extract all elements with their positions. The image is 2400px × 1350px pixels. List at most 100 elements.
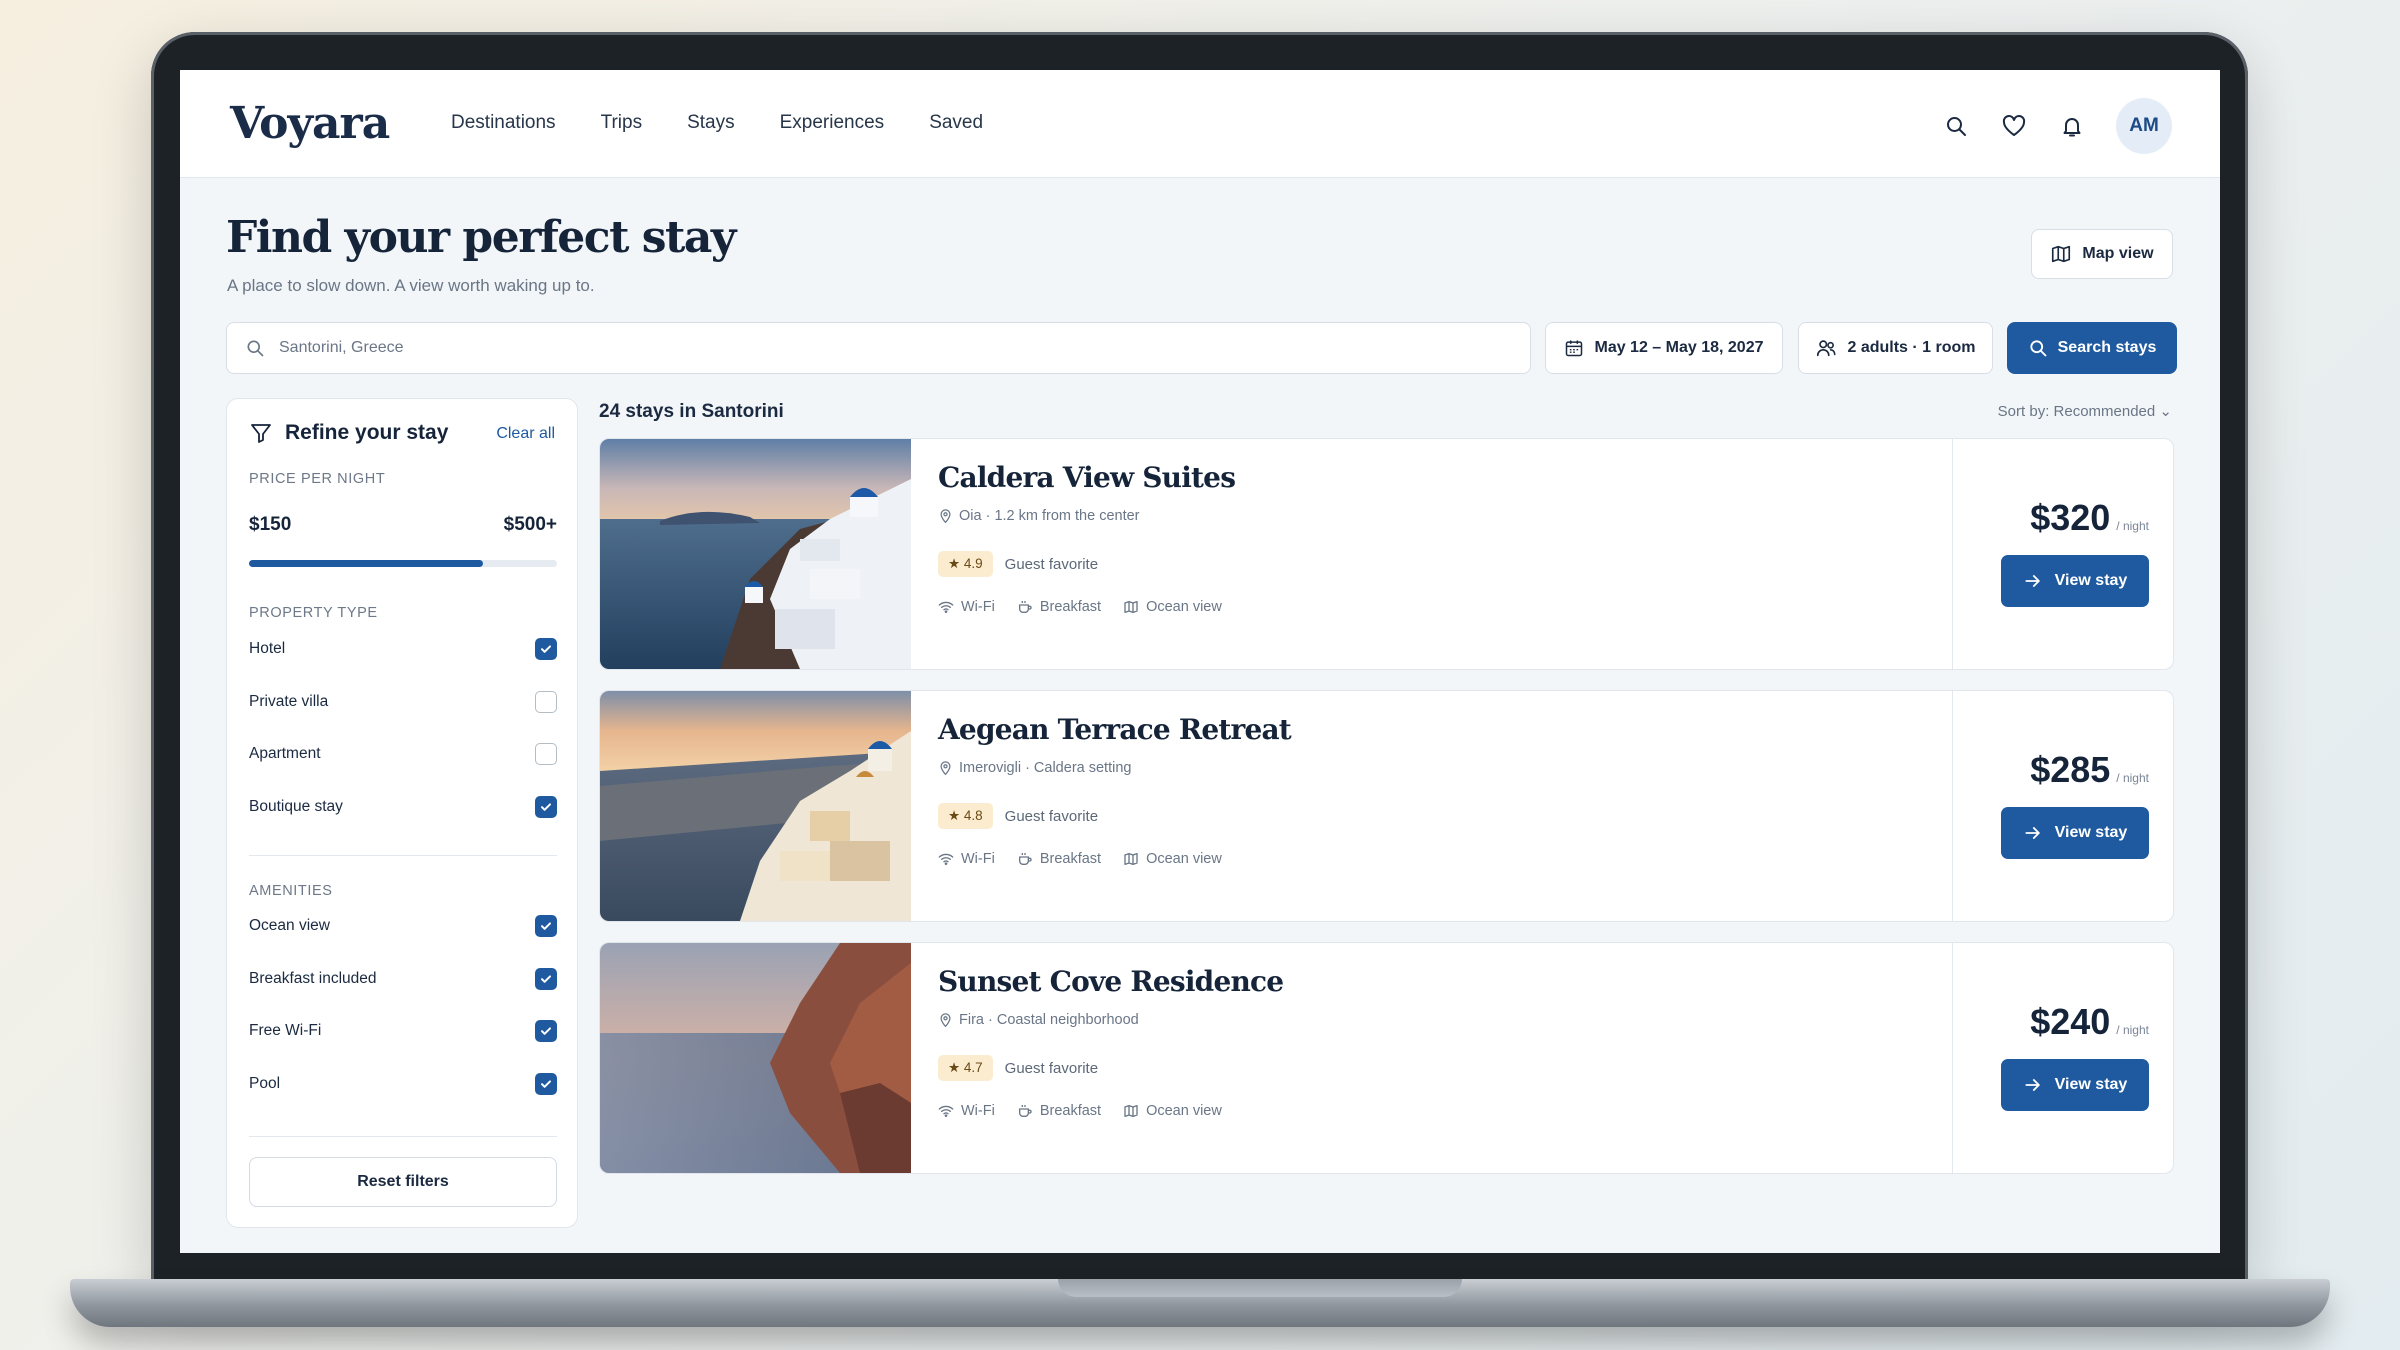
heart-icon[interactable] (2000, 112, 2028, 140)
reset-filters-button[interactable]: Reset filters (249, 1157, 557, 1207)
logo[interactable]: Voyara (230, 98, 390, 149)
filter-option[interactable]: Private villa (249, 690, 557, 713)
price-column: $320 / night View stay (1952, 439, 2173, 669)
filter-option-label: Ocean view (249, 917, 330, 934)
filter-option-label: Free Wi-Fi (249, 1022, 322, 1039)
stay-rating: ★ 4.8 Guest favorite (938, 803, 1098, 829)
map-icon (1123, 851, 1139, 867)
rating-value: 4.7 (963, 1060, 983, 1075)
price-line: $285 / night (2030, 749, 2149, 791)
filter-option[interactable]: Free Wi-Fi (249, 1020, 557, 1042)
checkbox-checked[interactable] (535, 1020, 557, 1042)
stay-photo[interactable] (600, 439, 911, 669)
amenity-label: Breakfast (1039, 1103, 1102, 1119)
filter-option[interactable]: Apartment (249, 743, 557, 765)
nav-experiences[interactable]: Experiences (780, 112, 885, 134)
filter-icon (251, 424, 271, 443)
wifi-icon (938, 851, 954, 867)
rating-value: 4.8 (963, 808, 983, 823)
page-subtitle: A place to slow down. A view worth wakin… (227, 276, 595, 295)
property-type-label: PROPERTY TYPE (249, 605, 378, 621)
checkbox-checked[interactable] (535, 915, 557, 937)
view-stay-button[interactable]: View stay (2001, 1059, 2149, 1111)
filter-option[interactable]: Boutique stay (249, 795, 557, 818)
filter-option[interactable]: Pool (249, 1072, 557, 1095)
filters-header: Refine your stay (249, 421, 448, 445)
guests-picker[interactable]: 2 adults · 1 room (1798, 322, 1993, 374)
checkbox-checked[interactable] (535, 638, 557, 660)
coffee-cup-icon (1017, 599, 1033, 615)
stay-photo[interactable] (600, 943, 911, 1173)
stay-location-text: Imerovigli · Caldera setting (959, 759, 1132, 776)
clear-all-link[interactable]: Clear all (496, 425, 555, 443)
filter-option-label: Hotel (249, 640, 286, 657)
checkbox-checked[interactable] (535, 795, 557, 818)
stay-price: $240 (2030, 1001, 2111, 1042)
stay-card[interactable]: Aegean Terrace Retreat Imerovigli · Cald… (599, 690, 2174, 922)
amenity-item: Ocean view (1123, 599, 1222, 615)
view-stay-label: View stay (2054, 572, 2128, 589)
wifi-icon (938, 1103, 954, 1119)
star-icon: ★ (948, 1060, 961, 1075)
stay-price: $285 (2030, 749, 2111, 790)
amenities-row: Wi-Fi Breakfast Ocean view (938, 851, 1222, 867)
checkbox-checked[interactable] (535, 967, 557, 990)
view-stay-button[interactable]: View stay (2001, 807, 2149, 859)
sort-label: Sort by: Recommended (1997, 403, 2156, 420)
avatar[interactable]: AM (2116, 98, 2172, 154)
amenities-row: Wi-Fi Breakfast Ocean view (938, 1103, 1222, 1119)
bell-icon[interactable] (2058, 112, 2086, 140)
price-range-slider[interactable] (249, 560, 557, 567)
filter-option-label: Boutique stay (249, 797, 343, 815)
destination-input[interactable] (279, 339, 1179, 357)
search-icon[interactable] (1942, 112, 1970, 140)
checkbox-checked[interactable] (535, 1072, 557, 1095)
sort-dropdown[interactable]: Sort by: Recommended ⌄ (1998, 402, 2172, 420)
filter-option-label: Pool (249, 1074, 281, 1092)
search-stays-button[interactable]: Search stays (2007, 322, 2177, 374)
star-icon: ★ (948, 808, 961, 823)
stay-name[interactable]: Sunset Cove Residence (938, 965, 1284, 998)
stay-location-text: Oia · 1.2 km from the center (959, 507, 1140, 524)
filter-option[interactable]: Ocean view (249, 915, 557, 937)
stay-name[interactable]: Aegean Terrace Retreat (938, 713, 1292, 746)
destination-search[interactable] (226, 322, 1531, 374)
amenity-label: Ocean view (1146, 1103, 1222, 1119)
amenity-item: Ocean view (1123, 1103, 1222, 1119)
divider (249, 1136, 557, 1137)
stay-card[interactable]: Caldera View Suites Oia · 1.2 km from th… (599, 438, 2174, 670)
arrow-right-icon (2025, 575, 2040, 587)
amenity-label: Wi-Fi (961, 851, 995, 867)
filters-title: Refine your stay (285, 421, 449, 444)
dates-picker[interactable]: May 12 – May 18, 2027 (1545, 322, 1783, 374)
amenity-item: Wi-Fi (938, 851, 995, 867)
map-view-label: Map view (2082, 245, 2154, 262)
nav-destinations[interactable]: Destinations (451, 112, 556, 134)
price-column: $285 / night View stay (1952, 691, 2173, 921)
map-view-button[interactable]: Map view (2031, 229, 2173, 279)
stay-card[interactable]: Sunset Cove Residence Fira · Coastal nei… (599, 942, 2174, 1174)
amenity-label: Breakfast (1039, 851, 1102, 867)
arrow-right-icon (2025, 1079, 2040, 1091)
map-icon (1123, 599, 1139, 615)
stay-name[interactable]: Caldera View Suites (938, 461, 1236, 494)
stay-location: Oia · 1.2 km from the center (938, 507, 1140, 524)
amenities-label: AMENITIES (249, 883, 333, 899)
amenities-row: Wi-Fi Breakfast Ocean view (938, 599, 1222, 615)
star-icon: ★ (948, 556, 961, 571)
stay-price: $320 (2030, 497, 2111, 538)
results-count: 24 stays in Santorini (599, 401, 784, 422)
nav-trips[interactable]: Trips (601, 112, 643, 134)
nav-saved[interactable]: Saved (929, 112, 983, 134)
price-min: $150 (249, 514, 292, 535)
checkbox-unchecked[interactable] (535, 690, 557, 713)
divider (249, 855, 557, 856)
filter-option[interactable]: Hotel (249, 638, 557, 660)
nav-stays[interactable]: Stays (687, 112, 735, 134)
checkbox-unchecked[interactable] (535, 743, 557, 765)
view-stay-button[interactable]: View stay (2001, 555, 2149, 607)
filter-option[interactable]: Breakfast included (249, 967, 557, 990)
stay-photo[interactable] (600, 691, 911, 921)
price-max: $500+ (503, 514, 557, 535)
map-icon (1123, 1103, 1139, 1119)
